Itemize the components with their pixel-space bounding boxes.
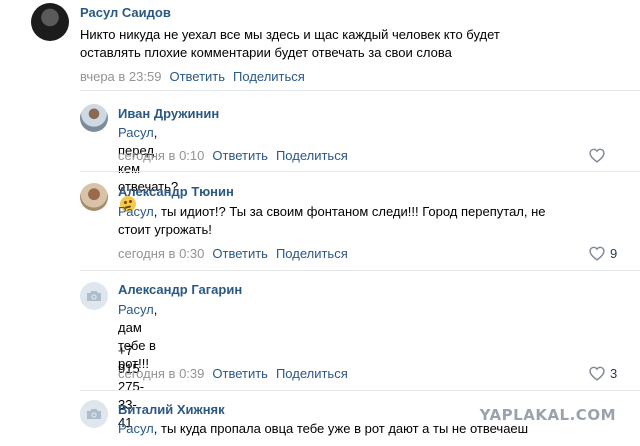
share-button[interactable]: Поделиться [276,148,348,163]
comment-text-body: , ты идиот!? Ты за своим фонтаном следи!… [153,204,546,219]
comment-author[interactable]: Виталий Хижняк [118,402,225,417]
avatar[interactable] [80,400,108,428]
comment-text-line: оставлять плохие комментарии будет отвеч… [80,45,452,60]
like-button[interactable] [588,147,606,163]
like-button[interactable]: 3 [588,365,617,381]
divider [80,270,640,271]
comment-author[interactable]: Иван Дружинин [118,106,219,121]
comment-text: Расул, ты идиот!? Ты за своим фонтаном с… [118,203,628,239]
avatar[interactable] [31,3,69,41]
comment-meta: сегодня в 0:30 Ответить Поделиться [118,246,348,261]
reply-button[interactable]: Ответить [169,69,225,84]
comment-meta: сегодня в 0:10 Ответить Поделиться [118,148,348,163]
comment-time[interactable]: сегодня в 0:30 [118,246,204,261]
avatar[interactable] [80,104,108,132]
comment-text: Расул, ты куда пропала овца тебе уже в р… [118,420,528,438]
comment-text-body: , ты куда пропала овца тебе уже в рот да… [153,421,529,436]
heart-icon [589,366,605,381]
heart-icon [589,148,605,163]
reply-to-link[interactable]: Расул [118,302,154,317]
avatar[interactable] [80,282,108,310]
reply-button[interactable]: Ответить [212,148,268,163]
comment-text-line: Расул, ты идиот!? Ты за своим фонтаном с… [118,203,628,221]
divider [80,90,640,91]
camera-icon [87,409,101,419]
comment-time[interactable]: сегодня в 0:10 [118,148,204,163]
like-count: 3 [610,365,618,381]
reply-to-link[interactable]: Расул [118,204,154,219]
comment-text-line: стоит угрожать! [118,222,212,237]
reply-button[interactable]: Ответить [212,366,268,381]
share-button[interactable]: Поделиться [233,69,305,84]
like-button[interactable]: 9 [588,245,617,261]
comment-text: Никто никуда не уехал все мы здесь и щас… [80,26,630,62]
camera-icon [87,291,101,301]
divider [80,390,640,391]
comment-author[interactable]: Расул Саидов [80,5,171,20]
site-watermark: YAPLAKAL.COM [479,406,616,424]
like-count: 9 [610,245,618,261]
comment-text-line: Никто никуда не уехал все мы здесь и щас… [80,27,500,42]
comment-text: Расул, перед кем отвечать? [118,124,178,214]
comment-author[interactable]: Александр Гагарин [118,282,242,297]
comment-meta: вчера в 23:59 Ответить Поделиться [80,69,305,84]
comment-author[interactable]: Александр Тюнин [118,184,234,199]
reply-to-link[interactable]: Расул [118,125,154,140]
comment-meta: сегодня в 0:39 Ответить Поделиться [118,366,348,381]
share-button[interactable]: Поделиться [276,366,348,381]
share-button[interactable]: Поделиться [276,246,348,261]
comment-phone: +7 915 275-33-41 [118,343,145,430]
reply-button[interactable]: Ответить [212,246,268,261]
comment-time[interactable]: сегодня в 0:39 [118,366,204,381]
reply-to-link[interactable]: Расул [118,421,154,436]
comment-time[interactable]: вчера в 23:59 [80,69,161,84]
divider [80,171,640,172]
avatar[interactable] [80,183,108,211]
heart-icon [589,246,605,261]
